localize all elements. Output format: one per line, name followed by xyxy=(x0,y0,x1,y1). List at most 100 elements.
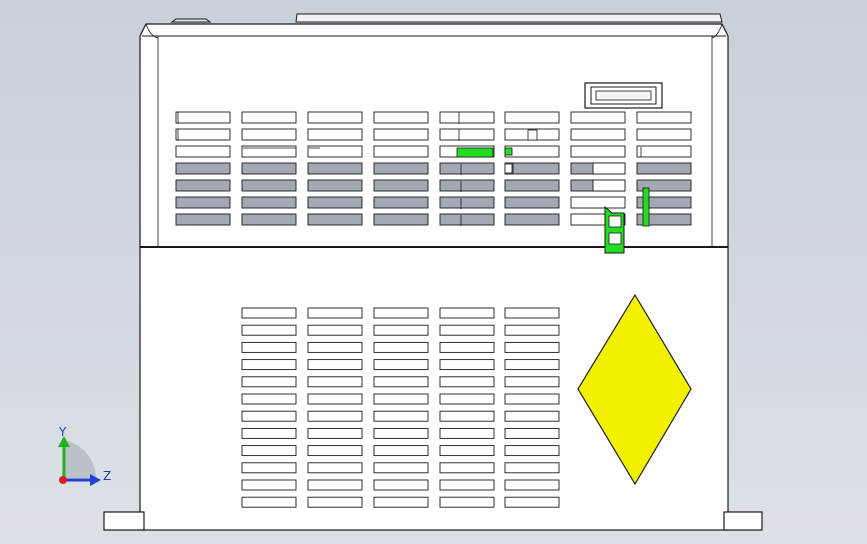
top-cover-tab xyxy=(170,18,212,23)
lower-vent-slot xyxy=(439,410,495,422)
upper-vent-slot xyxy=(504,145,560,158)
upper-vent-slot xyxy=(373,145,429,158)
lower-vent-slot xyxy=(241,307,297,319)
upper-vent-slot xyxy=(241,111,297,124)
lower-vent-slot xyxy=(504,462,560,474)
upper-vent-slot xyxy=(439,162,495,175)
lower-vent-slot xyxy=(504,376,560,388)
highlight-vent-slot xyxy=(456,147,494,158)
lower-vent-slot xyxy=(241,341,297,353)
lower-vent-slot xyxy=(241,479,297,491)
upper-vent-slot xyxy=(175,196,231,209)
lower-vent-slot xyxy=(307,462,363,474)
mounting-foot-left xyxy=(103,511,145,531)
highlight-small-block xyxy=(504,147,513,156)
lower-vent-slot xyxy=(373,324,429,336)
upper-vent-slot xyxy=(241,179,297,192)
lower-vent-slot xyxy=(373,427,429,439)
lower-vent-slot xyxy=(439,479,495,491)
upper-vent-slot xyxy=(241,196,297,209)
highlight-clip xyxy=(642,187,650,227)
lower-vent-slot xyxy=(439,445,495,457)
lower-vent-slot xyxy=(439,307,495,319)
upper-vent-slot xyxy=(373,111,429,124)
lower-vent-slot xyxy=(307,479,363,491)
lower-vent-slot xyxy=(373,393,429,405)
upper-vent-slot xyxy=(570,128,626,141)
triad-z-label: Z xyxy=(103,469,111,483)
upper-vent-slot xyxy=(307,162,363,175)
lower-vent-slot xyxy=(504,324,560,336)
upper-vent-slot xyxy=(373,179,429,192)
upper-vent-slot xyxy=(241,128,297,141)
lower-vent-slot xyxy=(504,410,560,422)
upper-vent-slot xyxy=(175,213,231,226)
lower-vent-slot xyxy=(504,427,560,439)
upper-vent-slot xyxy=(439,128,495,141)
lower-vent-slot xyxy=(504,479,560,491)
lower-vent-slot xyxy=(373,445,429,457)
lower-vent-slot xyxy=(504,307,560,319)
upper-vent-slot xyxy=(307,128,363,141)
lower-vent-slot xyxy=(241,376,297,388)
lower-vent-slot xyxy=(373,462,429,474)
upper-vent-slot xyxy=(241,162,297,175)
upper-vent-slot xyxy=(439,179,495,192)
lower-vent-slot xyxy=(307,376,363,388)
lower-vent-slot xyxy=(241,324,297,336)
upper-vent-slot xyxy=(504,213,560,226)
lower-vent-slot xyxy=(373,410,429,422)
lower-vent-slot xyxy=(241,445,297,457)
lower-vent-slot xyxy=(439,393,495,405)
cad-viewport[interactable]: Y Z xyxy=(0,0,867,544)
triad-y-label: Y xyxy=(58,425,67,439)
lower-vent-slot xyxy=(439,462,495,474)
upper-vent-slot xyxy=(175,179,231,192)
lower-vent-slot xyxy=(307,359,363,371)
upper-vent-slot xyxy=(175,111,231,124)
lower-vent-slot xyxy=(241,393,297,405)
upper-vent-slot xyxy=(636,145,692,158)
upper-vent-slot xyxy=(175,162,231,175)
lower-vent-slot xyxy=(439,496,495,508)
lower-vent-slot xyxy=(373,496,429,508)
lower-vent-slot xyxy=(373,376,429,388)
lower-vent-slot xyxy=(439,427,495,439)
lower-vent-slot xyxy=(439,341,495,353)
upper-vent-slot xyxy=(439,196,495,209)
lower-vent-slot xyxy=(504,393,560,405)
mounting-foot-right xyxy=(723,511,763,531)
lower-vent-slot xyxy=(241,496,297,508)
coordinate-triad[interactable]: Y Z xyxy=(58,425,111,486)
upper-vent-slot xyxy=(373,213,429,226)
upper-vent-slot xyxy=(570,145,626,158)
upper-vent-slot xyxy=(307,196,363,209)
upper-vent-slot xyxy=(439,213,495,226)
upper-vent-slot-split xyxy=(592,179,626,192)
lower-vent-slot xyxy=(241,359,297,371)
lower-vent-slot xyxy=(504,341,560,353)
upper-vent-slot xyxy=(241,213,297,226)
lower-vent-slot xyxy=(307,393,363,405)
lower-vent-slot xyxy=(241,410,297,422)
connector-port[interactable] xyxy=(584,82,663,109)
upper-vent-slot xyxy=(636,128,692,141)
upper-vent-slot xyxy=(504,196,560,209)
upper-vent-slot xyxy=(373,128,429,141)
lower-vent-slot xyxy=(504,445,560,457)
upper-vent-slot xyxy=(570,111,626,124)
lower-vent-slot xyxy=(241,462,297,474)
lower-vent-slot xyxy=(373,359,429,371)
upper-vent-slot xyxy=(636,162,692,175)
triad-origin xyxy=(59,476,67,484)
upper-vent-slot xyxy=(307,111,363,124)
upper-vent-slot xyxy=(504,179,560,192)
lower-vent-slot xyxy=(241,427,297,439)
lower-vent-slot xyxy=(373,341,429,353)
upper-vent-slot-split xyxy=(592,162,626,175)
upper-vent-slot xyxy=(439,111,495,124)
upper-vent-slot xyxy=(307,179,363,192)
lower-vent-slot xyxy=(307,427,363,439)
upper-vent-slot xyxy=(307,213,363,226)
highlight-small-block-2 xyxy=(504,163,513,174)
